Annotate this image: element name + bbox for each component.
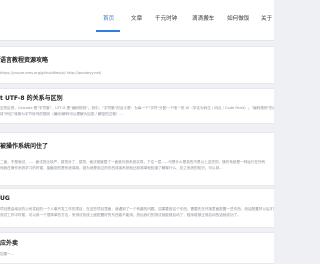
post-excerpt-line: 空的区别，Unicode 是"字符集"，UTF-8 是"编码规则"。其中，"字符… — [0, 106, 274, 110]
post-title[interactable]: 被操作系统问住了 — [0, 143, 48, 151]
nav-item-about[interactable]: 关于 — [261, 15, 272, 23]
post-title[interactable]: t UTF-8 的关系与区别 — [0, 95, 63, 103]
post-card[interactable]: UG 项目是由南京的公司发起的一个人事开发工作的项目，在这些项目里面，我遇到了一… — [0, 188, 274, 228]
post-excerpt-line: 项目是由南京的公司发起的一个人事开发工作的项目，在这些项目里面，我遇到了一个有趣… — [0, 207, 274, 211]
post-card[interactable]: 应外卖 如果一... — [0, 232, 274, 264]
post-card[interactable]: t UTF-8 的关系与区别 空的区别，Unicode 是"字符集"，UTF-8… — [0, 88, 274, 124]
post-title[interactable]: 语言教程资源攻略 — [0, 57, 48, 65]
active-tab-indicator — [96, 30, 120, 32]
post-card[interactable]: 被操作系统问住了 二面，不是面试，......面试官比较严，感觉对了，感觉，面试… — [0, 132, 274, 186]
post-excerpt-line: 二面，不是面试，......面试官比较严，感觉对了，感觉，面试难度整了一面被问到… — [0, 160, 266, 164]
post-excerpt-line: 如果一... — [0, 252, 15, 256]
post-excerpt-link[interactable]: https://yuque-ems.org/githubfiles/ai/ ht… — [0, 71, 274, 76]
nav-item-cooking[interactable]: 如何做饭 — [227, 15, 249, 23]
post-excerpt-line: 而我在操作系统学习的时候，接触到的是系统调用，因为我是用过的东西或者系统就比较简… — [0, 166, 223, 170]
post-excerpt-line: 将"码位"转换为字节序列的规则（编码/解码可以理解为加密 / 解密的过程）... — [0, 112, 123, 116]
nav-item-clock[interactable]: 千元时钟 — [155, 15, 177, 23]
post-card[interactable]: 语言教程资源攻略 https://yuque-ems.org/githubfil… — [0, 46, 274, 84]
nav-item-home[interactable]: 首页 — [103, 15, 114, 23]
nav-item-didi[interactable]: 滴滴搬车 — [192, 15, 214, 23]
top-navigation-bar: 首页 文章 千元时钟 滴滴搬车 如何做饭 关于 — [0, 0, 274, 41]
main-nav: 首页 文章 千元时钟 滴滴搬车 如何做饭 关于 — [0, 0, 274, 40]
post-title[interactable]: UG — [0, 195, 10, 203]
post-title[interactable]: 应外卖 — [0, 240, 18, 248]
post-excerpt-line: 测试工作中时候，可以用一个很简单的方法，来测试系统上面配置好的东西能不能用，然后… — [0, 213, 241, 217]
nav-item-articles[interactable]: 文章 — [131, 15, 142, 23]
